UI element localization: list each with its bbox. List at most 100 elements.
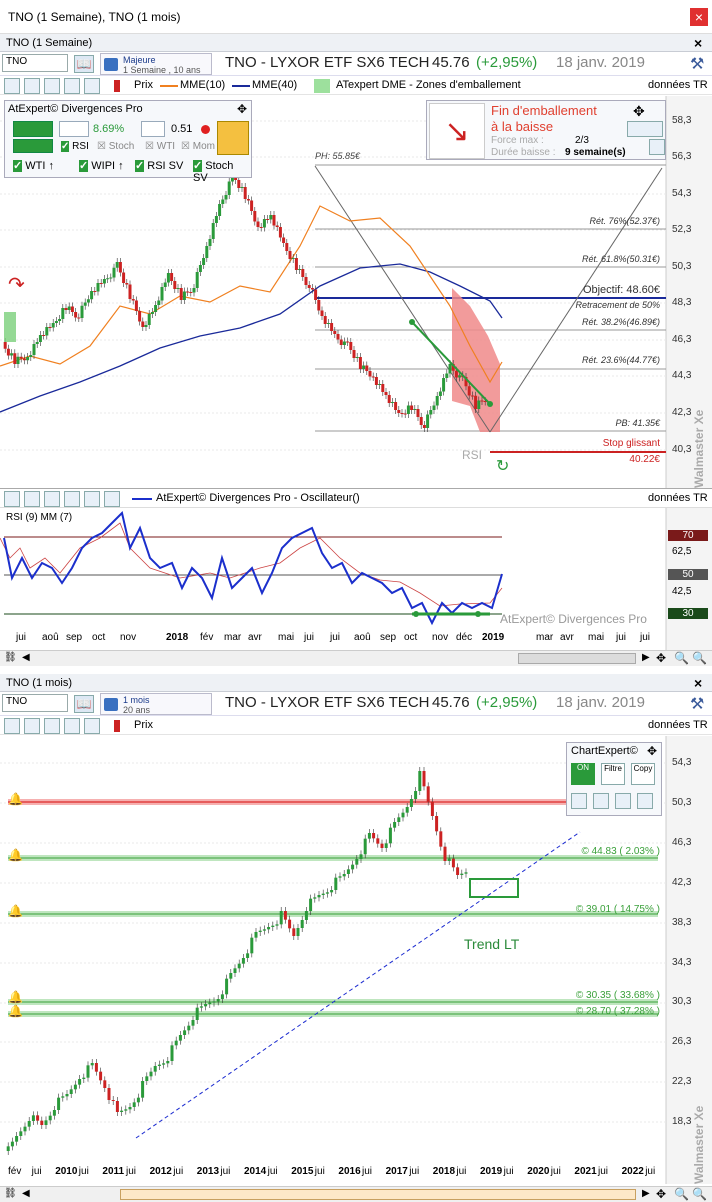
zoom-in-icon[interactable]: 🔍 [692, 1187, 707, 1201]
weekly-chart[interactable]: 58,3 56,3 54,3 52,3 50,3 48,3 46,3 44,3 … [0, 96, 712, 488]
candle [454, 370, 458, 378]
pen-icon[interactable] [649, 139, 665, 155]
osc-title[interactable]: AtExpert© Divergences Pro - Oscillateur(… [156, 492, 360, 504]
ticker-input[interactable]: TNO [2, 694, 68, 712]
wrench-icon[interactable] [627, 121, 663, 137]
candle [346, 869, 350, 874]
candles-icon[interactable] [4, 718, 20, 734]
zoom-out-icon[interactable]: 🔍 [674, 651, 689, 665]
book-icon[interactable]: 📖 [74, 55, 94, 73]
zoom-out-icon[interactable]: 🔍 [674, 1187, 689, 1201]
sig-wipi[interactable]: ✓ WIPI ↑ [79, 159, 124, 172]
close-icon[interactable]: × [694, 35, 702, 51]
check-rsi[interactable]: ✓ RSI [61, 141, 89, 152]
tools-icon[interactable] [44, 78, 60, 94]
check-wti[interactable]: ☒ WTI [145, 141, 175, 152]
emb-force: 2/3 [575, 135, 589, 146]
scroll-left-icon[interactable]: ◀ [22, 652, 30, 663]
candle [90, 1063, 94, 1066]
candle [438, 391, 442, 396]
legend-mme40[interactable]: MME(40) [252, 79, 297, 91]
tools-icon[interactable] [44, 718, 60, 734]
trend-icon [59, 121, 89, 137]
candle [374, 377, 378, 385]
monthly-chart[interactable]: 🔔 🔔 🔔 🔔 🔔 © 44.83 ( 2.03% ) © 39.01 ( 14… [0, 736, 712, 1184]
link-icon[interactable]: ⛓ [4, 652, 17, 663]
lines-icon[interactable] [24, 491, 40, 507]
on-button[interactable]: ON [571, 763, 595, 785]
check-mom[interactable]: ☒ Mom [181, 141, 215, 152]
move-icon[interactable]: ✥ [237, 102, 247, 116]
period-selector[interactable]: 1 mois 20 ans [100, 693, 212, 715]
ap-icon[interactable] [64, 718, 80, 734]
ap-icon[interactable] [64, 491, 80, 507]
wave2-button[interactable] [13, 139, 53, 153]
settings-icon[interactable]: ⚒ [690, 54, 704, 74]
scroll-right-icon[interactable]: ▶ [642, 1188, 650, 1199]
alert-icon[interactable]: 🔔 [8, 1004, 23, 1018]
copy-button[interactable]: Copy [631, 763, 655, 785]
wrench-icon[interactable] [571, 793, 587, 809]
pen-icon[interactable] [593, 793, 609, 809]
candles-icon[interactable] [4, 491, 20, 507]
box-icon[interactable] [84, 491, 100, 507]
objectif-label: Objectif: 48.60€ [582, 284, 660, 296]
candle [282, 237, 286, 243]
sig-stochsv[interactable]: ✓ Stoch SV [193, 159, 251, 184]
alert-icon[interactable]: 🔔 [8, 792, 23, 806]
scroll-right-icon[interactable]: ▶ [642, 652, 650, 663]
legend-prix[interactable]: Prix [134, 719, 153, 731]
scrollbar-weekly[interactable]: ⛓ ◀ ▶ ✥ 🔍 🔍 [0, 650, 712, 666]
candle [31, 1115, 35, 1121]
bell-icon[interactable] [217, 121, 249, 155]
filter-button[interactable]: Filtre [601, 763, 625, 785]
y-tick: 46,3 [672, 837, 692, 848]
candle [23, 1126, 27, 1132]
settings-icon[interactable]: ⚒ [690, 694, 704, 714]
alert-icon[interactable]: 🔔 [8, 990, 23, 1004]
scroll-left-icon[interactable]: ◀ [22, 1188, 30, 1199]
scroll-thumb[interactable] [518, 653, 636, 664]
lines-icon[interactable] [24, 78, 40, 94]
period-selector[interactable]: Majeure 1 Semaine , 10 ans [100, 53, 212, 75]
candles-icon[interactable] [4, 78, 20, 94]
scroll-thumb[interactable] [120, 1189, 636, 1200]
close-icon[interactable] [104, 491, 120, 507]
wave-button[interactable] [13, 121, 53, 137]
panel-title: TNO (1 Semaine) [6, 37, 93, 49]
candle [149, 1071, 153, 1077]
move-icon[interactable]: ✥ [656, 1187, 666, 1201]
alert-icon[interactable]: 🔔 [8, 848, 23, 862]
candle [122, 272, 126, 283]
move-icon[interactable]: ✥ [656, 651, 666, 665]
zoom-in-icon[interactable]: 🔍 [692, 651, 707, 665]
x-tick: jui [78, 1166, 89, 1177]
candle [464, 872, 468, 874]
candle [170, 1045, 174, 1061]
box-icon[interactable] [84, 718, 100, 734]
check-stoch[interactable]: ☒ Stoch [97, 141, 134, 152]
link-icon[interactable]: ⛓ [4, 1188, 17, 1199]
tools-icon[interactable] [44, 491, 60, 507]
ticker-input[interactable]: TNO [2, 54, 68, 72]
candle [258, 930, 262, 932]
sig-rsisv[interactable]: ✓ RSI SV [135, 159, 183, 172]
rsi-chart[interactable]: RSI (9) MM (7) 70 62,5 50 42,5 30 AtExpe… [0, 508, 712, 650]
legend-prix[interactable]: Prix [134, 79, 153, 91]
alert-icon[interactable]: 🔔 [8, 904, 23, 918]
close-icon[interactable]: × [694, 675, 702, 691]
candle [225, 978, 229, 995]
color-icon[interactable] [615, 793, 631, 809]
legend-dme[interactable]: ATexpert DME - Zones d'emballement [336, 79, 521, 91]
book-icon[interactable]: 📖 [74, 695, 94, 713]
box-icon[interactable] [84, 78, 100, 94]
legend-mme10[interactable]: MME(10) [180, 79, 225, 91]
edit-icon[interactable] [637, 793, 653, 809]
lines-icon[interactable] [24, 718, 40, 734]
scrollbar-monthly[interactable]: ⛓ ◀ ▶ ✥ 🔍 🔍 [0, 1186, 712, 1202]
move-icon[interactable]: ✥ [647, 744, 657, 758]
close-icon[interactable]: × [690, 8, 708, 26]
move-icon[interactable]: ✥ [633, 103, 645, 120]
sig-wti[interactable]: ✓ WTI ↑ [13, 159, 54, 172]
ap-icon[interactable] [64, 78, 80, 94]
